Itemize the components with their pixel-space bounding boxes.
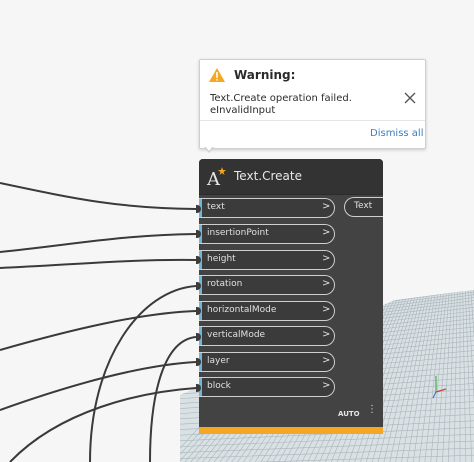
warning-message-line2: eInvalidInput: [210, 105, 276, 116]
input-port-horizontalmode[interactable]: horizontalMode >: [199, 301, 335, 321]
input-port-height[interactable]: height >: [199, 250, 335, 270]
warning-message: Text.Create operation failed. eInvalidIn…: [210, 93, 390, 117]
input-port-label: insertionPoint: [207, 228, 269, 238]
input-port-label: verticalMode: [207, 330, 266, 340]
node-header[interactable]: A Text.Create: [199, 159, 383, 194]
lacing-indicator[interactable]: AUTO: [338, 410, 360, 418]
dismiss-all-link[interactable]: Dismiss all: [370, 128, 424, 139]
node-footer-bar: [199, 427, 383, 434]
warning-popup: Warning: Text.Create operation failed. e…: [199, 59, 426, 153]
input-port-layer[interactable]: layer >: [199, 352, 335, 372]
node-title: Text.Create: [234, 169, 302, 183]
chevron-right-icon[interactable]: >: [322, 253, 330, 264]
text-create-node[interactable]: A Text.Create text > insertionPoint > he…: [199, 159, 383, 434]
warning-title: Warning:: [234, 68, 296, 82]
input-port-block[interactable]: block >: [199, 377, 335, 397]
chevron-right-icon[interactable]: >: [322, 329, 330, 340]
input-port-label: height: [207, 254, 236, 264]
close-icon[interactable]: [403, 91, 417, 105]
chevron-right-icon[interactable]: >: [322, 355, 330, 366]
output-port-text[interactable]: Text: [344, 197, 383, 217]
input-port-text[interactable]: text >: [199, 198, 335, 218]
chevron-right-icon[interactable]: >: [322, 278, 330, 289]
warning-message-line1: Text.Create operation failed.: [210, 93, 352, 104]
more-options-icon[interactable]: ⋮: [367, 405, 377, 415]
output-port-label: Text: [354, 201, 373, 211]
input-port-label: rotation: [207, 279, 243, 289]
chevron-right-icon[interactable]: >: [322, 227, 330, 238]
input-port-label: text: [207, 202, 225, 212]
svg-text:A: A: [206, 169, 221, 188]
warning-triangle-icon: [209, 68, 225, 82]
warning-pointer: [204, 146, 214, 153]
input-port-verticalmode[interactable]: verticalMode >: [199, 326, 335, 346]
input-port-rotation[interactable]: rotation >: [199, 275, 335, 295]
input-port-label: horizontalMode: [207, 305, 277, 315]
node-header-divider: [199, 194, 383, 195]
warning-divider: [200, 120, 425, 121]
input-port-label: layer: [207, 356, 230, 366]
input-port-insertionpoint[interactable]: insertionPoint >: [199, 224, 335, 244]
chevron-right-icon[interactable]: >: [322, 201, 330, 212]
text-create-icon: A: [206, 167, 226, 188]
chevron-right-icon[interactable]: >: [322, 380, 330, 391]
input-port-label: block: [207, 381, 231, 391]
chevron-right-icon[interactable]: >: [322, 304, 330, 315]
